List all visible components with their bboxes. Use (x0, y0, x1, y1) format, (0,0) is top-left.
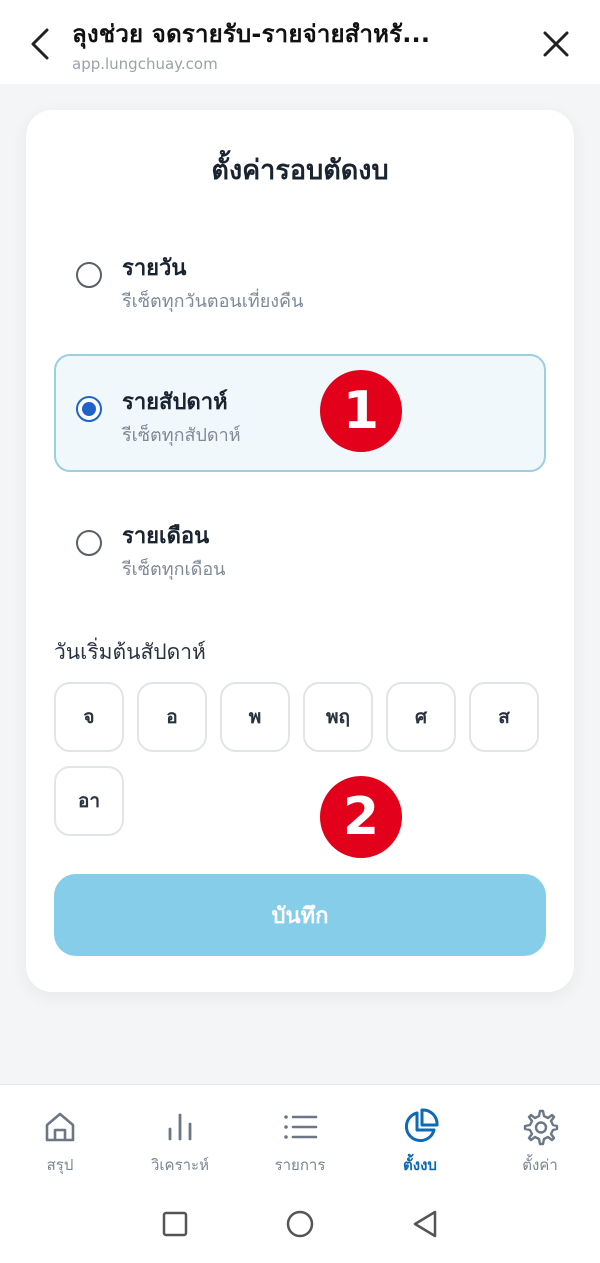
option-label: รายวัน (122, 256, 187, 281)
annotation-badge-2: 2 (320, 776, 402, 858)
nav-item-analysis[interactable]: วิเคราะห์ (120, 1085, 240, 1187)
title-wrap: ลุงช่วย จดรายรับ-รายจ่ายสำหรั... app.lun… (72, 14, 512, 73)
home-icon (45, 1112, 75, 1142)
pie-chart-icon (404, 1108, 439, 1143)
nav-label: ตั้งค่า (522, 1156, 558, 1174)
budget-cycle-card: ตั้งค่ารอบตัดงบ รายวัน รีเซ็ตทุกวันตอนเท… (26, 110, 574, 992)
day-button-tue[interactable]: อ (137, 682, 207, 752)
nav-item-settings[interactable]: ตั้งค่า (480, 1085, 600, 1187)
nav-label: รายการ (274, 1156, 326, 1174)
card-title: ตั้งค่ารอบตัดงบ (211, 155, 389, 186)
gear-icon (523, 1109, 559, 1146)
day-button-wed[interactable]: พ (220, 682, 290, 752)
nav-item-budget[interactable]: ตั้งงบ (360, 1085, 480, 1187)
radio-monthly[interactable] (76, 530, 102, 556)
nav-label: ตั้งงบ (403, 1156, 437, 1174)
option-label: รายสัปดาห์ (122, 390, 228, 415)
square-icon (162, 1211, 188, 1237)
home-button[interactable] (280, 1204, 320, 1244)
close-button[interactable] (536, 24, 576, 64)
option-weekly[interactable]: รายสัปดาห์ รีเซ็ตทุกสัปดาห์ (54, 354, 546, 472)
nav-item-summary[interactable]: สรุป (0, 1085, 120, 1187)
browser-header: ลุงช่วย จดรายรับ-รายจ่ายสำหรั... app.lun… (0, 0, 600, 84)
option-label: รายเดือน (122, 524, 210, 549)
list-icon (284, 1115, 318, 1139)
day-button-sat[interactable]: ส (469, 682, 539, 752)
recent-apps-button[interactable] (155, 1204, 195, 1244)
page-title: ลุงช่วย จดรายรับ-รายจ่ายสำหรั... (72, 20, 431, 48)
triangle-back-icon (413, 1210, 437, 1238)
chevron-left-icon (31, 28, 49, 60)
option-description: รีเซ็ตทุกสัปดาห์ (122, 425, 241, 446)
day-button-thu[interactable]: พฤ (303, 682, 373, 752)
back-button[interactable] (22, 22, 58, 66)
bottom-nav: สรุป วิเคราะห์ รายการ ตั้งงบ ตั้งค่า (0, 1084, 600, 1186)
day-button-sun[interactable]: อา (54, 766, 124, 836)
annotation-badge-1: 1 (320, 370, 402, 452)
system-nav-bar (0, 1186, 600, 1263)
save-button[interactable]: บันทึก (54, 874, 546, 956)
day-button-mon[interactable]: จ (54, 682, 124, 752)
option-description: รีเซ็ตทุกวันตอนเที่ยงคืน (122, 291, 304, 312)
radio-daily[interactable] (76, 262, 102, 288)
week-start-label: วันเริ่มต้นสัปดาห์ (54, 640, 206, 664)
system-back-button[interactable] (405, 1204, 445, 1244)
day-button-fri[interactable]: ศ (386, 682, 456, 752)
circle-icon (286, 1210, 314, 1238)
option-description: รีเซ็ตทุกเดือน (122, 559, 226, 580)
option-daily[interactable]: รายวัน รีเซ็ตทุกวันตอนเที่ยงคืน (54, 220, 546, 338)
bar-chart-icon (168, 1113, 192, 1141)
option-monthly[interactable]: รายเดือน รีเซ็ตทุกเดือน (54, 488, 546, 606)
nav-label: วิเคราะห์ (150, 1156, 209, 1174)
nav-label: สรุป (46, 1156, 74, 1174)
page-url: app.lungchuay.com (72, 55, 218, 73)
nav-item-transactions[interactable]: รายการ (240, 1085, 360, 1187)
radio-weekly[interactable] (76, 396, 102, 422)
close-icon (543, 31, 569, 57)
